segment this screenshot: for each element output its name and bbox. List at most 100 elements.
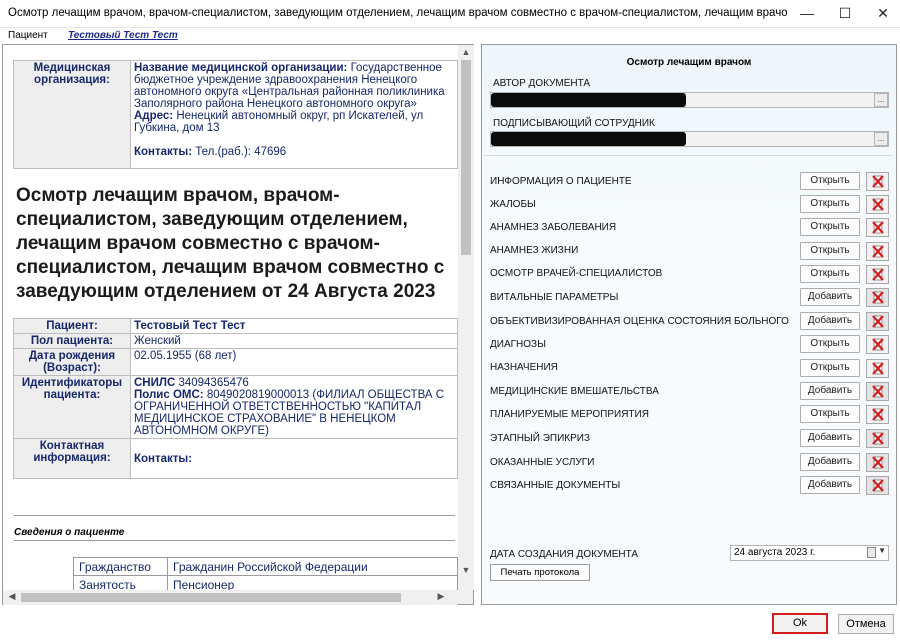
scroll-up-icon[interactable]: ▲ <box>458 47 474 57</box>
section-underline <box>14 540 455 541</box>
birthdate-value: 02.05.1955 (68 лет) <box>130 348 458 376</box>
delete-button-services[interactable] <box>866 453 889 472</box>
gender-value: Женский <box>130 333 458 349</box>
date-picker[interactable]: 24 августа 2023 г. ▼ <box>730 545 889 561</box>
gender-label: Пол пациента: <box>13 333 131 349</box>
open-button-prescriptions[interactable]: Открыть <box>800 359 860 377</box>
scroll-left-icon[interactable]: ◀ <box>4 591 20 602</box>
document-title: Осмотр лечащим врачом, врачом- специалис… <box>16 184 466 304</box>
section-title: Сведения о пациенте <box>14 527 125 538</box>
cancel-button[interactable]: Отмена <box>838 614 894 634</box>
delete-button-prescriptions[interactable] <box>866 359 889 378</box>
document-title-line: заведующим отделением от 24 Августа 2023 <box>16 281 436 302</box>
minimize-button[interactable]: — <box>790 0 824 28</box>
add-button-objective-assessment[interactable]: Добавить <box>800 312 860 330</box>
date-value: 24 августа 2023 г. <box>734 547 816 558</box>
ids-value: СНИЛС 34094365476 Полис ОМС: 80490208190… <box>130 375 458 439</box>
scroll-right-icon[interactable]: ▶ <box>433 591 449 602</box>
delete-icon <box>872 175 884 188</box>
citizenship-value: Гражданин Российской Федерации <box>167 557 458 576</box>
contact-label: Контактная информация: <box>13 438 131 479</box>
form-divider <box>483 155 893 156</box>
delete-button-interventions[interactable] <box>866 382 889 401</box>
open-button-disease-history[interactable]: Открыть <box>800 218 860 236</box>
close-button[interactable]: ✕ <box>866 0 900 28</box>
window-title: Осмотр лечащим врачом, врачом-специалист… <box>8 7 788 19</box>
delete-icon <box>872 315 884 328</box>
vertical-scroll-thumb[interactable] <box>461 60 471 255</box>
section-label-related-documents: СВЯЗАННЫЕ ДОКУМЕНТЫ <box>490 480 621 491</box>
document-title-line: лечащим врачом совместно с врачом- <box>16 233 380 254</box>
add-button-services[interactable]: Добавить <box>800 453 860 471</box>
delete-icon <box>872 385 884 398</box>
employment-key: Занятость <box>73 575 168 590</box>
author-label: АВТОР ДОКУМЕНТА <box>493 78 591 89</box>
open-button-complaints[interactable]: Открыть <box>800 195 860 213</box>
birthdate-label: Дата рождения (Возраст): <box>13 348 131 376</box>
delete-button-complaints[interactable] <box>866 195 889 214</box>
section-label-interventions: МЕДИЦИНСКИЕ ВМЕШАТЕЛЬСТВА <box>490 386 659 397</box>
delete-button-patient-info[interactable] <box>866 172 889 191</box>
org-label: Медицинская организация: <box>13 60 131 169</box>
open-button-planned-activities[interactable]: Открыть <box>800 405 860 423</box>
signer-redacted-value <box>491 132 686 146</box>
patient-table: Пациент: Тестовый Тест Тест Пол пациента… <box>13 318 458 479</box>
signer-field[interactable] <box>490 131 889 147</box>
delete-button-diagnoses[interactable] <box>866 335 889 354</box>
scroll-down-icon[interactable]: ▼ <box>458 565 474 575</box>
add-button-related-documents[interactable]: Добавить <box>800 476 860 494</box>
delete-icon <box>872 268 884 281</box>
delete-icon <box>872 338 884 351</box>
document-preview[interactable]: Медицинская организация: Название медици… <box>3 45 458 590</box>
author-field[interactable] <box>490 92 889 108</box>
section-label-diagnoses: ДИАГНОЗЫ <box>490 339 546 350</box>
organization-table: Медицинская организация: Название медици… <box>13 60 458 169</box>
section-label-life-history: АНАМНЕЗ ЖИЗНИ <box>490 245 579 256</box>
add-button-interventions[interactable]: Добавить <box>800 382 860 400</box>
open-button-patient-info[interactable]: Открыть <box>800 172 860 190</box>
org-address-key: Адрес: <box>134 110 174 122</box>
delete-button-life-history[interactable] <box>866 242 889 261</box>
org-name-key: Название медицинской организации: <box>134 62 348 74</box>
add-button-stage-epicrisis[interactable]: Добавить <box>800 429 860 447</box>
delete-button-objective-assessment[interactable] <box>866 312 889 331</box>
delete-icon <box>872 432 884 445</box>
ids-label: Идентификаторы пациента: <box>13 375 131 439</box>
citizenship-key: Гражданство <box>73 557 168 576</box>
delete-button-stage-epicrisis[interactable] <box>866 429 889 448</box>
ok-button[interactable]: Ok <box>772 613 828 634</box>
delete-button-disease-history[interactable] <box>866 218 889 237</box>
delete-button-specialist-exam[interactable] <box>866 265 889 284</box>
delete-icon <box>872 362 884 375</box>
delete-icon <box>872 456 884 469</box>
section-label-complaints: ЖАЛОБЫ <box>490 199 536 210</box>
section-label-disease-history: АНАМНЕЗ ЗАБОЛЕВАНИЯ <box>490 222 617 233</box>
employment-value: Пенсионер <box>167 575 458 590</box>
add-button-vitals[interactable]: Добавить <box>800 288 860 306</box>
patient-name-link[interactable]: Тестовый Тест Тест <box>68 30 178 41</box>
delete-button-vitals[interactable] <box>866 288 889 307</box>
delete-icon <box>872 245 884 258</box>
author-ellipsis-button[interactable]: ... <box>874 93 888 107</box>
contact-contacts-key: Контакты: <box>134 452 193 465</box>
org-contacts-key: Контакты: <box>134 146 193 158</box>
patient-label: Пациент <box>8 30 48 41</box>
section-divider <box>14 515 455 516</box>
document-title-line: Осмотр лечащим врачом, врачом- <box>16 185 340 206</box>
delete-button-planned-activities[interactable] <box>866 405 889 424</box>
delete-button-related-documents[interactable] <box>866 476 889 495</box>
author-redacted-value <box>491 93 686 107</box>
org-info: Название медицинской организации: Госуда… <box>130 60 458 169</box>
horizontal-scroll-thumb[interactable] <box>21 593 401 602</box>
open-button-diagnoses[interactable]: Открыть <box>800 335 860 353</box>
section-label-specialist-exam: ОСМОТР ВРАЧЕЙ-СПЕЦИАЛИСТОВ <box>490 268 663 279</box>
signer-ellipsis-button[interactable]: ... <box>874 132 888 146</box>
signer-label: ПОДПИСЫВАЮЩИЙ СОТРУДНИК <box>493 118 655 129</box>
chevron-down-icon[interactable]: ▼ <box>878 546 886 555</box>
document-title-line: специалистом, лечащим врачом совместно с <box>16 257 445 278</box>
open-button-specialist-exam[interactable]: Открыть <box>800 265 860 283</box>
print-protocol-button[interactable]: Печать протокола <box>490 564 590 581</box>
calendar-icon[interactable] <box>867 547 876 558</box>
open-button-life-history[interactable]: Открыть <box>800 242 860 260</box>
maximize-button[interactable]: ☐ <box>828 0 862 28</box>
